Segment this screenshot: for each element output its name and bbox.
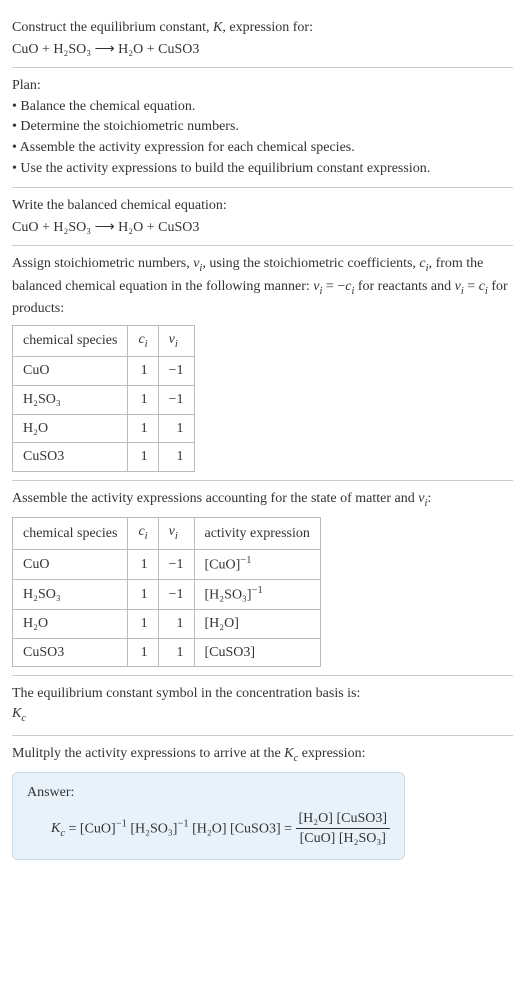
- answer-frac-num: [H₂O] [CuSO3]: [296, 809, 390, 830]
- cell-species: H₂O: [13, 414, 128, 443]
- activity-text: Assemble the activity expressions accoun…: [12, 489, 513, 511]
- plan-section: Plan: • Balance the chemical equation. •…: [12, 68, 513, 188]
- cell-vi: 1: [158, 610, 194, 639]
- table-row: H₂O 1 1: [13, 414, 195, 443]
- cell-vi: −1: [158, 549, 194, 579]
- cell-species: CuSO3: [13, 443, 128, 472]
- cell-ci: 1: [128, 610, 158, 639]
- col-ci: ci: [128, 325, 158, 356]
- plan-step-2: • Determine the stoichiometric numbers.: [12, 117, 513, 137]
- table-row: H₂SO₃ 1 −1: [13, 385, 195, 414]
- cell-ci: 1: [128, 443, 158, 472]
- symbol-section: The equilibrium constant symbol in the c…: [12, 676, 513, 735]
- cell-ci: 1: [128, 385, 158, 414]
- table-header-row: chemical species ci νi: [13, 325, 195, 356]
- table-row: CuO 1 −1 [CuO]−1: [13, 549, 321, 579]
- answer-box: Answer: Kc = [CuO]−1 [H₂SO₃]−1 [H₂O] [Cu…: [12, 772, 405, 860]
- cell-activity: [H₂SO₃]−1: [194, 579, 320, 609]
- cell-ci: 1: [128, 549, 158, 579]
- cell-activity: [CuO]−1: [194, 549, 320, 579]
- cell-species: H₂SO₃: [13, 385, 128, 414]
- col-species: chemical species: [13, 518, 128, 549]
- plan-step-3: • Assemble the activity expression for e…: [12, 138, 513, 158]
- cell-vi: 1: [158, 443, 194, 472]
- cell-ci: 1: [128, 638, 158, 667]
- col-species: chemical species: [13, 325, 128, 356]
- answer-label: Answer:: [27, 783, 390, 803]
- col-vi: νi: [158, 325, 194, 356]
- symbol-text: The equilibrium constant symbol in the c…: [12, 684, 513, 704]
- table-row: CuSO3 1 1: [13, 443, 195, 472]
- plan-step-4: • Use the activity expressions to build …: [12, 159, 513, 179]
- cell-vi: −1: [158, 357, 194, 386]
- activity-table: chemical species ci νi activity expressi…: [12, 517, 321, 667]
- cell-vi: −1: [158, 579, 194, 609]
- answer-frac-den: [CuO] [H₂SO₃]: [296, 829, 390, 849]
- cell-vi: −1: [158, 385, 194, 414]
- multiply-section: Mulitply the activity expressions to arr…: [12, 736, 513, 860]
- table-header-row: chemical species ci νi activity expressi…: [13, 518, 321, 549]
- table-row: H₂SO₃ 1 −1 [H₂SO₃]−1: [13, 579, 321, 609]
- cell-vi: 1: [158, 414, 194, 443]
- cell-species: CuSO3: [13, 638, 128, 667]
- table-row: CuSO3 1 1 [CuSO3]: [13, 638, 321, 667]
- intro-line1: Construct the equilibrium constant, K, e…: [12, 18, 513, 38]
- answer-expression: Kc = [CuO]−1 [H₂SO₃]−1 [H₂O] [CuSO3] = […: [27, 809, 390, 849]
- cell-ci: 1: [128, 357, 158, 386]
- cell-vi: 1: [158, 638, 194, 667]
- intro-equation: CuO + H₂SO₃ ⟶ H₂O + CuSO3: [12, 40, 513, 60]
- plan-title: Plan:: [12, 76, 513, 96]
- balanced-equation: CuO + H₂SO₃ ⟶ H₂O + CuSO3: [12, 218, 513, 238]
- cell-species: H₂O: [13, 610, 128, 639]
- plan-step-1: • Balance the chemical equation.: [12, 97, 513, 117]
- balanced-title: Write the balanced chemical equation:: [12, 196, 513, 216]
- kc-symbol: Kc: [12, 704, 513, 726]
- cell-species: CuO: [13, 549, 128, 579]
- cell-species: H₂SO₃: [13, 579, 128, 609]
- multiply-text: Mulitply the activity expressions to arr…: [12, 744, 513, 766]
- col-vi: νi: [158, 518, 194, 549]
- table-row: CuO 1 −1: [13, 357, 195, 386]
- assign-section: Assign stoichiometric numbers, νi, using…: [12, 246, 513, 480]
- cell-ci: 1: [128, 414, 158, 443]
- assign-text: Assign stoichiometric numbers, νi, using…: [12, 254, 513, 319]
- activity-section: Assemble the activity expressions accoun…: [12, 481, 513, 677]
- balanced-section: Write the balanced chemical equation: Cu…: [12, 188, 513, 246]
- assign-table: chemical species ci νi CuO 1 −1 H₂SO₃ 1 …: [12, 325, 195, 472]
- cell-ci: 1: [128, 579, 158, 609]
- intro-section: Construct the equilibrium constant, K, e…: [12, 10, 513, 68]
- cell-activity: [H₂O]: [194, 610, 320, 639]
- col-ci: ci: [128, 518, 158, 549]
- col-activity: activity expression: [194, 518, 320, 549]
- cell-species: CuO: [13, 357, 128, 386]
- cell-activity: [CuSO3]: [194, 638, 320, 667]
- table-row: H₂O 1 1 [H₂O]: [13, 610, 321, 639]
